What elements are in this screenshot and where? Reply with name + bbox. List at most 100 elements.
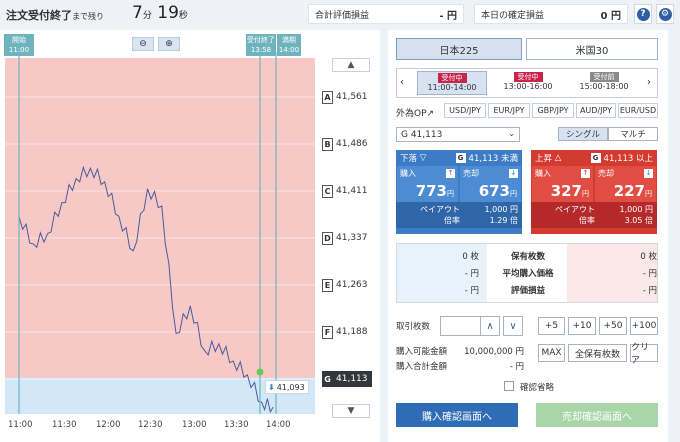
add-100-button[interactable]: +100: [630, 317, 658, 335]
current-price-tag: ⬇ 41,093: [265, 380, 309, 394]
all-holdings-button[interactable]: 全保有枚数: [568, 344, 627, 362]
close-flag: 受付終了 13:58: [246, 34, 276, 56]
x-tick-label: 12:30: [138, 420, 163, 430]
session-3[interactable]: 受付前 15:00-18:00: [569, 71, 639, 95]
strike-letter: A: [322, 90, 333, 104]
chevron-down-icon: ∨: [509, 320, 517, 332]
mode-single[interactable]: シングル: [558, 127, 608, 141]
x-tick-label: 12:00: [96, 420, 121, 430]
x-tick-label: 13:30: [224, 420, 249, 430]
ladder-down-button[interactable]: ▼: [332, 404, 370, 418]
strike-letter: C: [322, 184, 333, 198]
up-buy-button[interactable]: 購入 ↑ 327円: [532, 166, 593, 202]
sell-confirm-button[interactable]: 売却確認画面へ: [536, 403, 658, 427]
available-amount: 購入可能金額 10,000,000 円: [396, 347, 524, 357]
fixed-pl-box: 本日の確定損益 0 円: [474, 4, 628, 24]
fx-eurusd[interactable]: EUR/USD: [618, 103, 658, 118]
strike-d[interactable]: D 41,337: [322, 230, 372, 246]
position-row: - 円平均購入価格 - 円: [464, 268, 657, 279]
fx-gbpjpy[interactable]: GBP/JPY: [532, 103, 574, 118]
position-summary: 0 枚保有枚数 0 枚 - 円平均購入価格 - 円 - 円評価損益 - 円: [396, 243, 658, 303]
order-panel: 日本225 米国30 ‹ 受付中 11:00-14:00 受付中 13:00-16:…: [388, 30, 668, 442]
session-selector: ‹ 受付中 11:00-14:00 受付中 13:00-16:00 受付前 15:00…: [396, 68, 658, 98]
strike-price: 41,486: [336, 139, 368, 149]
strike-price: 41,561: [336, 92, 368, 102]
arrow-down-icon: ⬇: [268, 382, 275, 392]
strike-b[interactable]: B 41,486: [322, 136, 372, 152]
countdown-timer: 7分 19秒: [132, 3, 188, 23]
add-5-button[interactable]: +5: [538, 317, 565, 335]
ladder-up-button[interactable]: ▲: [332, 58, 370, 72]
open-flag: 開始 11:00: [4, 34, 34, 56]
top-bar: 注文受付終了まで残り 7分 19秒 合計評価損益 - 円 本日の確定損益 0 円 ?…: [0, 0, 680, 30]
strike-letter: F: [322, 325, 333, 339]
strike-select[interactable]: G 41,113 ⌄: [396, 127, 520, 142]
arrow-down-icon: ↓: [509, 169, 518, 178]
quantity-input[interactable]: [440, 316, 484, 336]
strike-f[interactable]: F 41,188: [322, 324, 372, 340]
clear-button[interactable]: クリア: [630, 343, 658, 366]
tab-us30[interactable]: 米国30: [526, 38, 658, 60]
x-tick-label: 13:00: [182, 420, 207, 430]
tab-japan225[interactable]: 日本225: [396, 38, 522, 60]
strike-e[interactable]: E 41,263: [322, 277, 372, 293]
strike-c[interactable]: C 41,411: [322, 183, 372, 199]
expire-flag: 満期 14:00: [277, 34, 301, 56]
quantity-label: 取引枚数: [396, 322, 431, 332]
add-50-button[interactable]: +50: [599, 317, 627, 335]
arrow-up-icon: ↑: [446, 169, 455, 178]
quantity-down-button[interactable]: ∨: [503, 316, 523, 336]
mode-multi[interactable]: マルチ: [608, 127, 658, 141]
up-sell-button[interactable]: 売却 ↓ 227円: [595, 166, 656, 202]
chevron-left-icon[interactable]: ‹: [400, 77, 404, 88]
gear-icon: ⚙: [658, 7, 672, 21]
down-sell-button[interactable]: 売却 ↓ 673円: [460, 166, 521, 202]
skip-confirm-checkbox[interactable]: [504, 381, 514, 391]
add-10-button[interactable]: +10: [568, 317, 596, 335]
settings-button[interactable]: ⚙: [656, 4, 674, 24]
session-1[interactable]: 受付中 11:00-14:00: [417, 71, 487, 95]
down-card: 下落 ▽ G 41,113 未満 購入 ↑ 773円 売却 ↓ 673円 ペイアウト 1,…: [396, 150, 522, 234]
chevron-down-icon: ▼: [347, 406, 355, 416]
total-eval-box: 合計評価損益 - 円: [308, 4, 464, 24]
x-tick-label: 11:30: [52, 420, 77, 430]
position-row: - 円評価損益 - 円: [464, 285, 657, 296]
up-card: 上昇 △ G 41,113 以上 購入 ↑ 327円 売却 ↓ 227円 ペイアウト 1,…: [531, 150, 657, 234]
chart-panel: ⊖ ⊕ 開始 11:00 受付終了 13:58 満期 14:00 ▲ A 41,561 B…: [0, 30, 380, 442]
question-icon: ?: [636, 7, 650, 21]
down-buy-button[interactable]: 購入 ↑ 773円: [397, 166, 458, 202]
triangle-down-icon: ▽: [419, 153, 427, 163]
total-amount: 購入合計金額 - 円: [396, 362, 524, 372]
arrow-up-icon: ↑: [581, 169, 590, 178]
current-marker: [256, 368, 264, 376]
chevron-down-icon: ⌄: [508, 129, 515, 138]
fx-option-link[interactable]: 外為OP↗: [396, 106, 434, 119]
fx-usdjpy[interactable]: USD/JPY: [444, 103, 486, 118]
skip-confirm-label: 確認省略: [520, 383, 555, 393]
strike-price: 41,113: [336, 374, 368, 384]
help-button[interactable]: ?: [634, 4, 652, 24]
strike-g[interactable]: G 41,113: [322, 371, 372, 387]
strike-price: 41,188: [336, 327, 368, 337]
triangle-up-icon: △: [554, 153, 562, 163]
strike-letter: G: [322, 372, 333, 386]
strike-letter: D: [322, 231, 333, 245]
chevron-right-icon[interactable]: ›: [647, 77, 651, 88]
x-tick-label: 14:00: [266, 420, 291, 430]
chevron-up-icon: ∧: [486, 320, 494, 332]
countdown-label: 注文受付終了まで残り: [6, 9, 104, 22]
strike-price: 41,337: [336, 233, 368, 243]
strike-a[interactable]: A 41,561: [322, 89, 372, 105]
strike-letter: B: [322, 137, 333, 151]
buy-confirm-button[interactable]: 購入確認画面へ: [396, 403, 518, 427]
fx-eurjpy[interactable]: EUR/JPY: [488, 103, 530, 118]
session-2[interactable]: 受付中 13:00-16:00: [493, 71, 563, 95]
strike-price: 41,263: [336, 280, 368, 290]
quantity-up-button[interactable]: ∧: [480, 316, 500, 336]
max-button[interactable]: MAX: [538, 344, 565, 362]
fx-audjpy[interactable]: AUD/JPY: [576, 103, 616, 118]
strike-letter: E: [322, 278, 333, 292]
position-row: 0 枚保有枚数 0 枚: [462, 251, 657, 262]
x-tick-label: 11:00: [8, 420, 33, 430]
arrow-down-icon: ↓: [644, 169, 653, 178]
